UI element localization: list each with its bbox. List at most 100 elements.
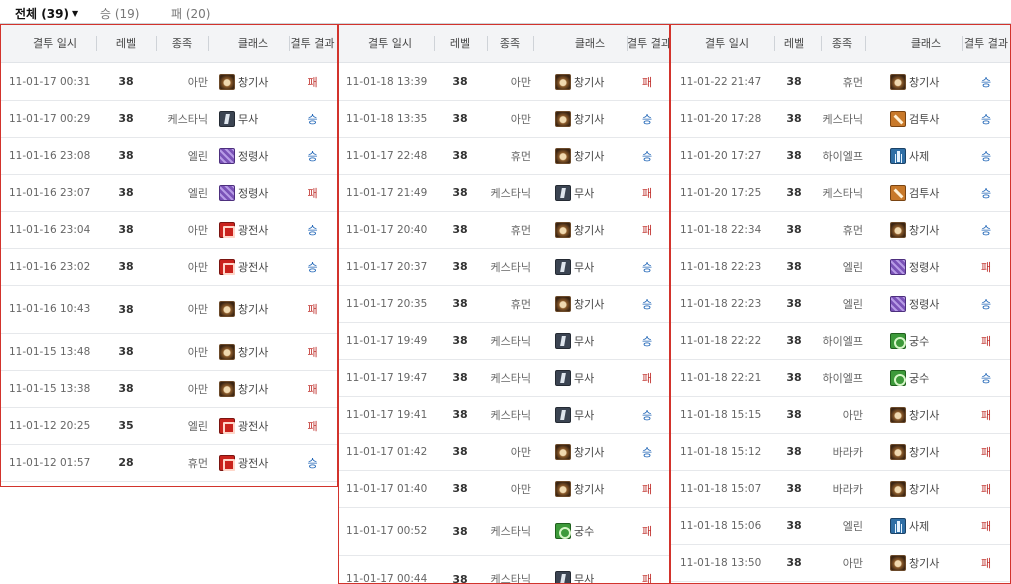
spear-knight-icon (219, 301, 235, 317)
level-value: 38 (786, 556, 802, 569)
result-value: 패 (980, 519, 992, 533)
level-value: 38 (786, 334, 802, 347)
warrior-icon (219, 110, 235, 127)
duel-date: 11-01-18 13:39 (346, 75, 428, 88)
header-level: 레벨 (115, 37, 137, 50)
class-cell: 무사 (555, 248, 625, 285)
priest-icon (890, 517, 906, 534)
header-race: 종족 (499, 37, 521, 50)
race-value: 아만 (187, 382, 208, 396)
race-value: 아만 (187, 260, 208, 274)
duel-date: 11-01-18 13:35 (346, 112, 428, 125)
duel-date: 11-01-18 15:07 (680, 482, 762, 495)
result-value: 패 (307, 382, 318, 396)
duel-date: 11-01-17 20:40 (346, 223, 428, 236)
class-cell: 창기사 (890, 211, 962, 248)
result-value: 패 (641, 573, 653, 584)
level-value: 38 (118, 149, 134, 162)
class-name: 창기사 (909, 408, 940, 422)
level-value: 38 (118, 112, 134, 125)
table-row: 11-01-18 13:35 38 아만 창기사 승 (339, 100, 669, 138)
race-value: 아만 (510, 482, 531, 496)
class-cell: 무사 (555, 555, 625, 583)
table-row: 11-01-20 17:27 38 하이엘프 사제 승 (671, 137, 1010, 175)
class-cell: 무사 (555, 359, 625, 396)
class-cell: 창기사 (890, 470, 962, 507)
gladiator-icon (890, 184, 906, 201)
level-value: 38 (452, 75, 468, 88)
header-separator (487, 36, 488, 51)
caret-down-icon: ▼ (71, 9, 79, 18)
warrior-icon (555, 369, 571, 386)
duel-date: 11-01-17 20:37 (346, 260, 428, 273)
tab-all[interactable]: 전체 (39) ▼ (15, 5, 78, 22)
header-separator (774, 36, 775, 51)
table-row: 11-01-17 20:40 38 휴먼 창기사 패 (339, 211, 669, 249)
header-class: 클래스 (910, 37, 942, 50)
spear-knight-icon (890, 554, 906, 571)
duel-date: 11-01-20 17:28 (680, 112, 762, 125)
header-date: 결투 일시 (705, 37, 749, 50)
race-value: 휴먼 (510, 297, 531, 311)
class-name: 정령사 (238, 149, 269, 163)
class-cell: 정령사 (219, 137, 287, 174)
tab-lose[interactable]: 패 (20) (171, 5, 211, 22)
header-result: 결투 결과 (627, 37, 670, 50)
table-row: 11-01-18 22:21 38 하이엘프 궁수 승 (671, 359, 1010, 397)
table-row: 11-01-17 00:44 38 케스타닉 무사 패 (339, 555, 669, 584)
header-separator (821, 36, 822, 51)
duel-date: 11-01-16 23:07 (9, 186, 91, 199)
spirit-icon (219, 184, 235, 201)
class-cell: 검투사 (890, 100, 962, 137)
race-value: 엘린 (187, 149, 208, 163)
duel-table-1: 결투 일시 레벨 종족 클래스 결투 결과 11-01-17 00:31 38 아만 창기사 패 1… (0, 24, 338, 487)
archer-icon (890, 369, 906, 386)
class-name: 궁수 (909, 334, 930, 348)
table-row: 11-01-17 19:49 38 케스타닉 무사 승 (339, 322, 669, 360)
level-value: 38 (786, 519, 802, 532)
tab-win[interactable]: 승 (19) (100, 5, 140, 22)
table-row: 11-01-20 17:28 38 케스타닉 검투사 승 (671, 100, 1010, 138)
level-value: 38 (452, 371, 468, 384)
class-name: 검투사 (909, 112, 940, 126)
result-value: 패 (980, 260, 992, 274)
class-name: 창기사 (238, 382, 269, 396)
result-value: 패 (641, 525, 653, 538)
level-value: 38 (786, 223, 802, 236)
duel-date: 11-01-17 19:47 (346, 371, 428, 384)
duel-date: 11-01-16 10:43 (9, 303, 91, 315)
class-name: 정령사 (238, 186, 269, 200)
class-name: 광전사 (238, 419, 269, 433)
table-row: 11-01-17 19:47 38 케스타닉 무사 패 (339, 359, 669, 397)
spear-knight-icon (890, 73, 906, 90)
class-cell: 창기사 (890, 396, 962, 433)
class-cell: 광전사 (219, 211, 287, 248)
table-row: 11-01-17 00:52 38 케스타닉 궁수 패 (339, 507, 669, 556)
result-value: 패 (641, 75, 653, 89)
class-name: 광전사 (238, 456, 269, 470)
result-value: 승 (980, 112, 992, 126)
race-value: 엘린 (187, 419, 208, 433)
race-value: 하이엘프 (822, 371, 863, 385)
class-name: 정령사 (909, 297, 940, 311)
class-cell: 사제 (890, 137, 962, 174)
table-row: 11-01-16 23:02 38 아만 광전사 승 (1, 248, 337, 286)
class-cell: 광전사 (219, 444, 287, 481)
level-value: 38 (452, 186, 468, 199)
race-value: 케스타닉 (490, 371, 531, 385)
class-cell: 광전사 (219, 407, 287, 444)
class-cell: 창기사 (219, 333, 287, 370)
result-value: 승 (980, 371, 992, 385)
race-value: 하이엘프 (822, 149, 863, 163)
class-name: 정령사 (909, 260, 940, 274)
warrior-icon (555, 184, 571, 201)
duel-table-3: 결투 일시 레벨 종족 클래스 결투 결과 11-01-22 21:47 38 휴먼 창기사 승 1… (670, 24, 1011, 584)
spear-knight-icon (219, 343, 235, 360)
class-cell: 검투사 (890, 174, 962, 211)
class-cell: 창기사 (555, 470, 625, 507)
result-value: 패 (980, 556, 992, 570)
class-name: 창기사 (574, 75, 605, 89)
duel-date: 11-01-18 22:23 (680, 297, 762, 310)
race-value: 휴먼 (510, 149, 531, 163)
class-name: 창기사 (574, 482, 605, 496)
